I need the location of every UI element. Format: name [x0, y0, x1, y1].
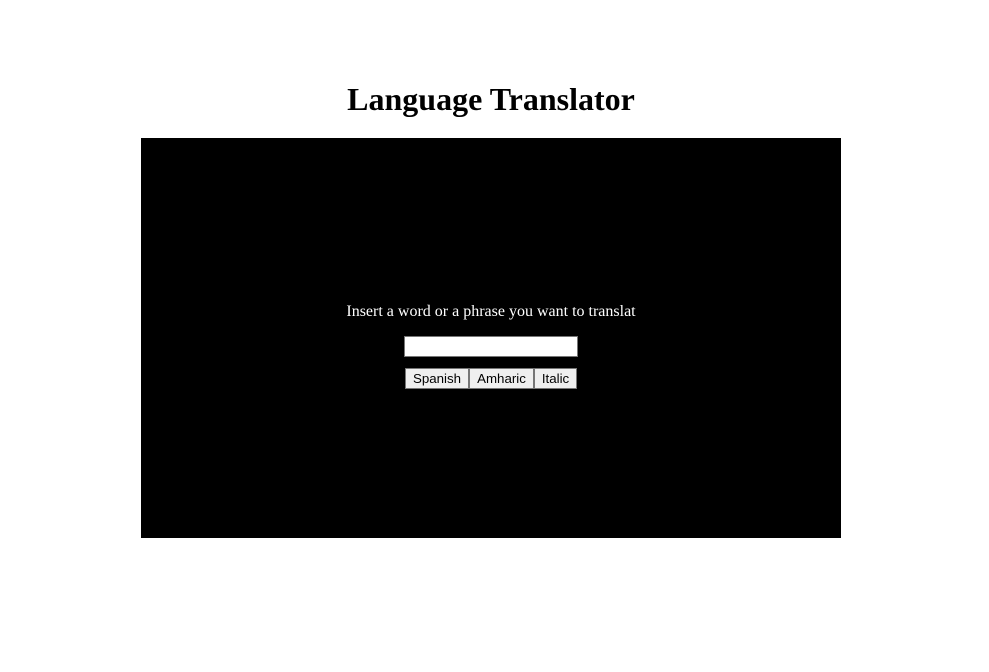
language-button-group: Spanish Amharic Italic — [405, 368, 577, 389]
page-title: Language Translator — [347, 81, 635, 117]
phrase-input[interactable] — [404, 336, 578, 357]
italic-button[interactable]: Italic — [534, 368, 577, 389]
translate-prompt: Insert a word or a phrase you want to tr… — [346, 303, 636, 320]
translator-panel: Insert a word or a phrase you want to tr… — [141, 138, 841, 538]
amharic-button[interactable]: Amharic — [469, 368, 534, 389]
spanish-button[interactable]: Spanish — [405, 368, 469, 389]
